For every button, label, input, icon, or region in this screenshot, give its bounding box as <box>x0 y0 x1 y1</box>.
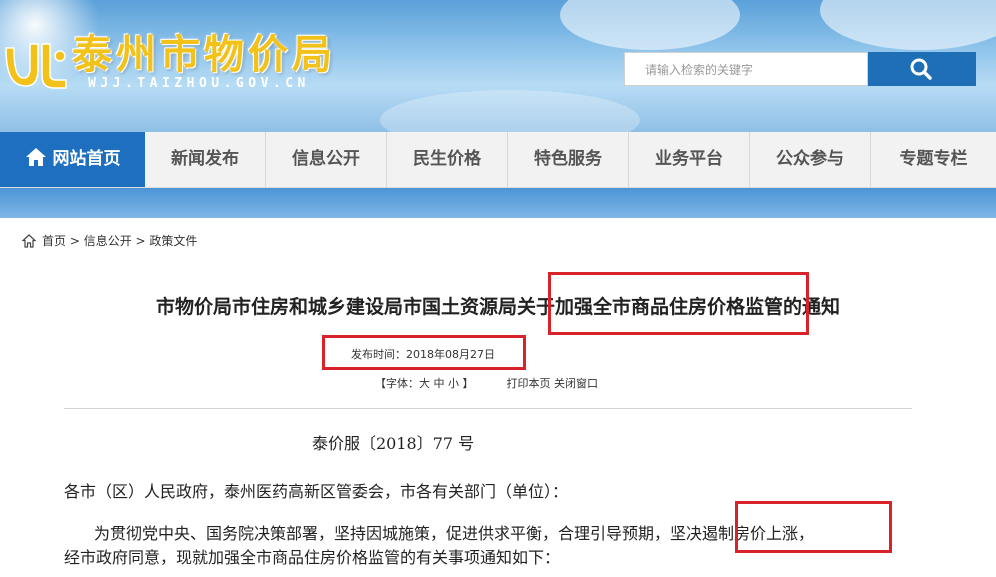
nav-item-info[interactable]: 信息公开 <box>266 132 387 187</box>
nav-item-news[interactable]: 新闻发布 <box>145 132 266 187</box>
site-title[interactable]: 泰州市物价局 <box>72 22 336 80</box>
nav-item-special-topics[interactable]: 专题专栏 <box>871 132 996 187</box>
breadcrumb: 首页 > 信息公开 > 政策文件 <box>22 232 197 249</box>
nav-item-label: 网站首页 <box>52 149 121 169</box>
cloud-decoration <box>560 0 740 50</box>
article-title: 市物价局市住房和城乡建设局市国土资源局关于加强全市商品住房价格监管的通知 <box>155 296 840 318</box>
nav-item-livelihood-prices[interactable]: 民生价格 <box>387 132 508 187</box>
cloud-decoration <box>820 0 996 50</box>
divider <box>64 408 912 409</box>
print-link[interactable]: 打印本页 <box>507 377 551 390</box>
highlight-box <box>735 501 892 553</box>
nav-item-services[interactable]: 特色服务 <box>508 132 629 187</box>
decorative-band <box>0 188 996 218</box>
close-window-link[interactable]: 关闭窗口 <box>554 377 598 390</box>
breadcrumb-separator: > <box>66 233 84 248</box>
nav-item-home[interactable]: 网站首页 <box>0 132 145 187</box>
highlight-box <box>548 272 809 335</box>
highlight-box <box>322 335 526 370</box>
font-size-control[interactable]: 【字体：大 中 小 】 <box>375 377 474 390</box>
document-number: 泰价服〔2018〕77 号 <box>312 434 475 453</box>
article-tools: 【字体：大 中 小 】 打印本页 关闭窗口 <box>375 375 598 391</box>
main-nav: 网站首页 新闻发布 信息公开 民生价格 特色服务 业务平台 公众参与 专题专栏 <box>0 132 996 188</box>
search-input[interactable]: 请输入检索的关键字 <box>624 52 868 86</box>
logo-icon[interactable] <box>2 34 70 92</box>
nav-item-business-platform[interactable]: 业务平台 <box>629 132 750 187</box>
breadcrumb-policy[interactable]: 政策文件 <box>149 232 197 249</box>
breadcrumb-home[interactable]: 首页 <box>42 232 66 249</box>
recipients-line: 各市（区）人民政府，泰州医药高新区管委会，市各有关部门（单位）： <box>64 482 569 501</box>
site-url: WJJ.TAIZHOU.GOV.CN <box>88 76 310 91</box>
search-button[interactable] <box>868 52 976 86</box>
paragraph-line: 为贯彻党中央、国务院决策部署，坚持因城施策，促进供求平衡，合理引导预期，坚决遏制… <box>94 524 815 543</box>
breadcrumb-home-icon <box>22 233 36 248</box>
paragraph-line: 经市政府同意，现就加强全市商品住房价格监管的有关事项通知如下： <box>64 548 561 567</box>
breadcrumb-separator: > <box>131 233 150 248</box>
breadcrumb-info[interactable]: 信息公开 <box>84 232 132 249</box>
search-icon <box>910 58 932 80</box>
home-icon <box>25 148 46 166</box>
nav-item-public-participation[interactable]: 公众参与 <box>750 132 871 187</box>
cloud-decoration <box>380 90 640 132</box>
site-header: 泰州市物价局 WJJ.TAIZHOU.GOV.CN 请输入检索的关键字 <box>0 0 996 132</box>
